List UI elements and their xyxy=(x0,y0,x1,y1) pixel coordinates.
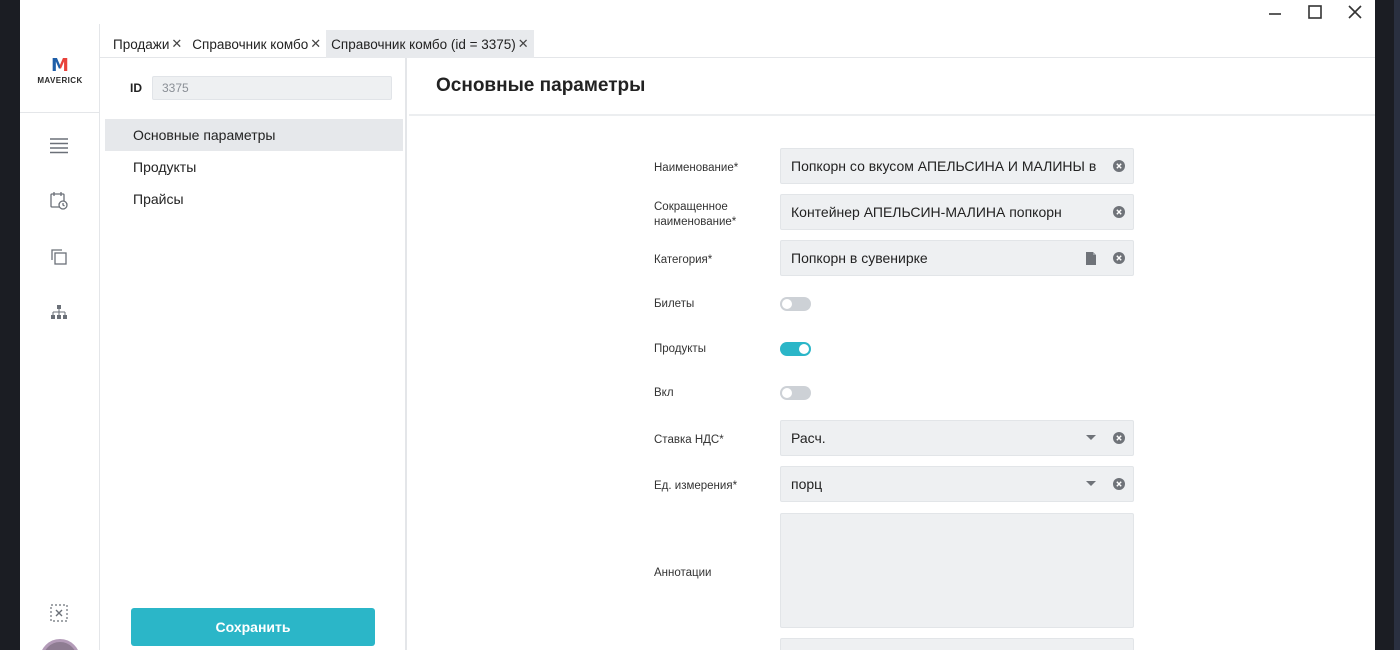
category-value: Попкорн в сувенирке xyxy=(791,250,928,266)
dropdown-arrow-icon[interactable] xyxy=(1083,476,1099,492)
sidebar-item-prices[interactable]: Прайсы xyxy=(105,183,403,215)
sidebar-item-main-params[interactable]: Основные параметры xyxy=(105,119,403,151)
tab-close-icon[interactable]: ✕ xyxy=(171,36,182,52)
app-window: M MAVERICK Продажи ✕ Справочник комбо ✕ xyxy=(20,0,1375,650)
clear-icon[interactable] xyxy=(1111,476,1127,492)
tab-bar: Продажи ✕ Справочник комбо ✕ Справочник … xyxy=(100,24,1375,58)
name-label: Наименование* xyxy=(654,162,739,174)
annotations-label: Аннотации xyxy=(654,567,712,579)
hierarchy-icon[interactable] xyxy=(48,302,70,324)
clear-icon[interactable] xyxy=(1111,430,1127,446)
unit-value: порц xyxy=(791,476,823,492)
menu-icon[interactable] xyxy=(48,134,70,156)
tab-label: Продажи xyxy=(113,36,170,52)
clear-icon[interactable] xyxy=(1111,158,1127,174)
logo-mark: M xyxy=(51,55,69,76)
name-field[interactable]: Попкорн со вкусом АПЕЛЬСИНА И МАЛИНЫ в xyxy=(780,148,1134,184)
next-field-partial[interactable] xyxy=(780,638,1134,650)
app-logo[interactable]: M MAVERICK xyxy=(20,55,100,86)
annotations-textarea[interactable] xyxy=(780,513,1134,628)
maximize-icon[interactable] xyxy=(1295,0,1335,24)
category-label: Категория* xyxy=(654,254,713,266)
short-name-field[interactable]: Контейнер АПЕЛЬСИН-МАЛИНА попкорн xyxy=(780,194,1134,230)
tab-close-icon[interactable]: ✕ xyxy=(310,36,321,52)
dropdown-arrow-icon[interactable] xyxy=(1083,430,1099,446)
left-rail: M MAVERICK xyxy=(20,24,100,650)
document-icon[interactable] xyxy=(1083,250,1099,266)
vat-value: Расч. xyxy=(791,430,826,446)
short-name-value: Контейнер АПЕЛЬСИН-МАЛИНА попкорн xyxy=(791,204,1062,220)
tab-combo-directory[interactable]: Справочник комбо ✕ xyxy=(187,30,326,58)
sidebar-item-products[interactable]: Продукты xyxy=(105,151,403,183)
tab-label: Справочник комбо xyxy=(192,36,309,52)
window-controls xyxy=(1255,0,1375,24)
products-label: Продукты xyxy=(654,343,706,355)
id-row: ID 3375 xyxy=(130,76,392,100)
main-panel: Основные параметры Наименование* Попкорн… xyxy=(409,58,1375,650)
toggle-knob xyxy=(782,388,792,398)
logo-word: MAVERICK xyxy=(37,76,83,85)
sidebar: ID 3375 Основные параметры Продукты Прай… xyxy=(100,58,407,650)
background-window-edge xyxy=(1394,0,1400,650)
rail-divider xyxy=(20,112,100,113)
name-value: Попкорн со вкусом АПЕЛЬСИНА И МАЛИНЫ в xyxy=(791,158,1097,174)
enabled-toggle[interactable] xyxy=(780,386,811,400)
products-toggle[interactable] xyxy=(780,342,811,356)
tickets-toggle[interactable] xyxy=(780,297,811,311)
unit-label: Ед. измерения* xyxy=(654,480,738,492)
close-icon[interactable] xyxy=(1335,0,1375,24)
category-field[interactable]: Попкорн в сувенирке xyxy=(780,240,1134,276)
vat-label: Ставка НДС* xyxy=(654,434,724,446)
main-header: Основные параметры xyxy=(409,58,1375,116)
page-title: Основные параметры xyxy=(436,75,646,96)
enabled-label: Вкл xyxy=(654,387,674,399)
id-label: ID xyxy=(130,81,142,95)
toggle-knob xyxy=(799,344,809,354)
avatar[interactable] xyxy=(40,639,80,650)
minimize-icon[interactable] xyxy=(1255,0,1295,24)
calendar-clock-icon[interactable] xyxy=(48,190,70,212)
tab-label: Справочник комбо (id = 3375) xyxy=(331,36,516,52)
toggle-knob xyxy=(782,299,792,309)
short-name-label-line1: Сокращенное xyxy=(654,201,728,213)
copy-icon[interactable] xyxy=(48,246,70,268)
tab-close-icon[interactable]: ✕ xyxy=(518,36,529,52)
short-name-label-line2: наименование* xyxy=(654,216,737,228)
collapse-icon[interactable] xyxy=(48,602,70,624)
vat-select[interactable]: Расч. xyxy=(780,420,1134,456)
save-button[interactable]: Сохранить xyxy=(131,608,375,646)
tab-combo-item[interactable]: Справочник комбо (id = 3375) ✕ xyxy=(326,30,534,58)
clear-icon[interactable] xyxy=(1111,204,1127,220)
id-field: 3375 xyxy=(152,76,392,100)
unit-select[interactable]: порц xyxy=(780,466,1134,502)
short-name-label: Сокращенное наименование* xyxy=(654,200,774,230)
clear-icon[interactable] xyxy=(1111,250,1127,266)
tab-sales[interactable]: Продажи ✕ xyxy=(108,30,187,58)
tickets-label: Билеты xyxy=(654,298,695,310)
